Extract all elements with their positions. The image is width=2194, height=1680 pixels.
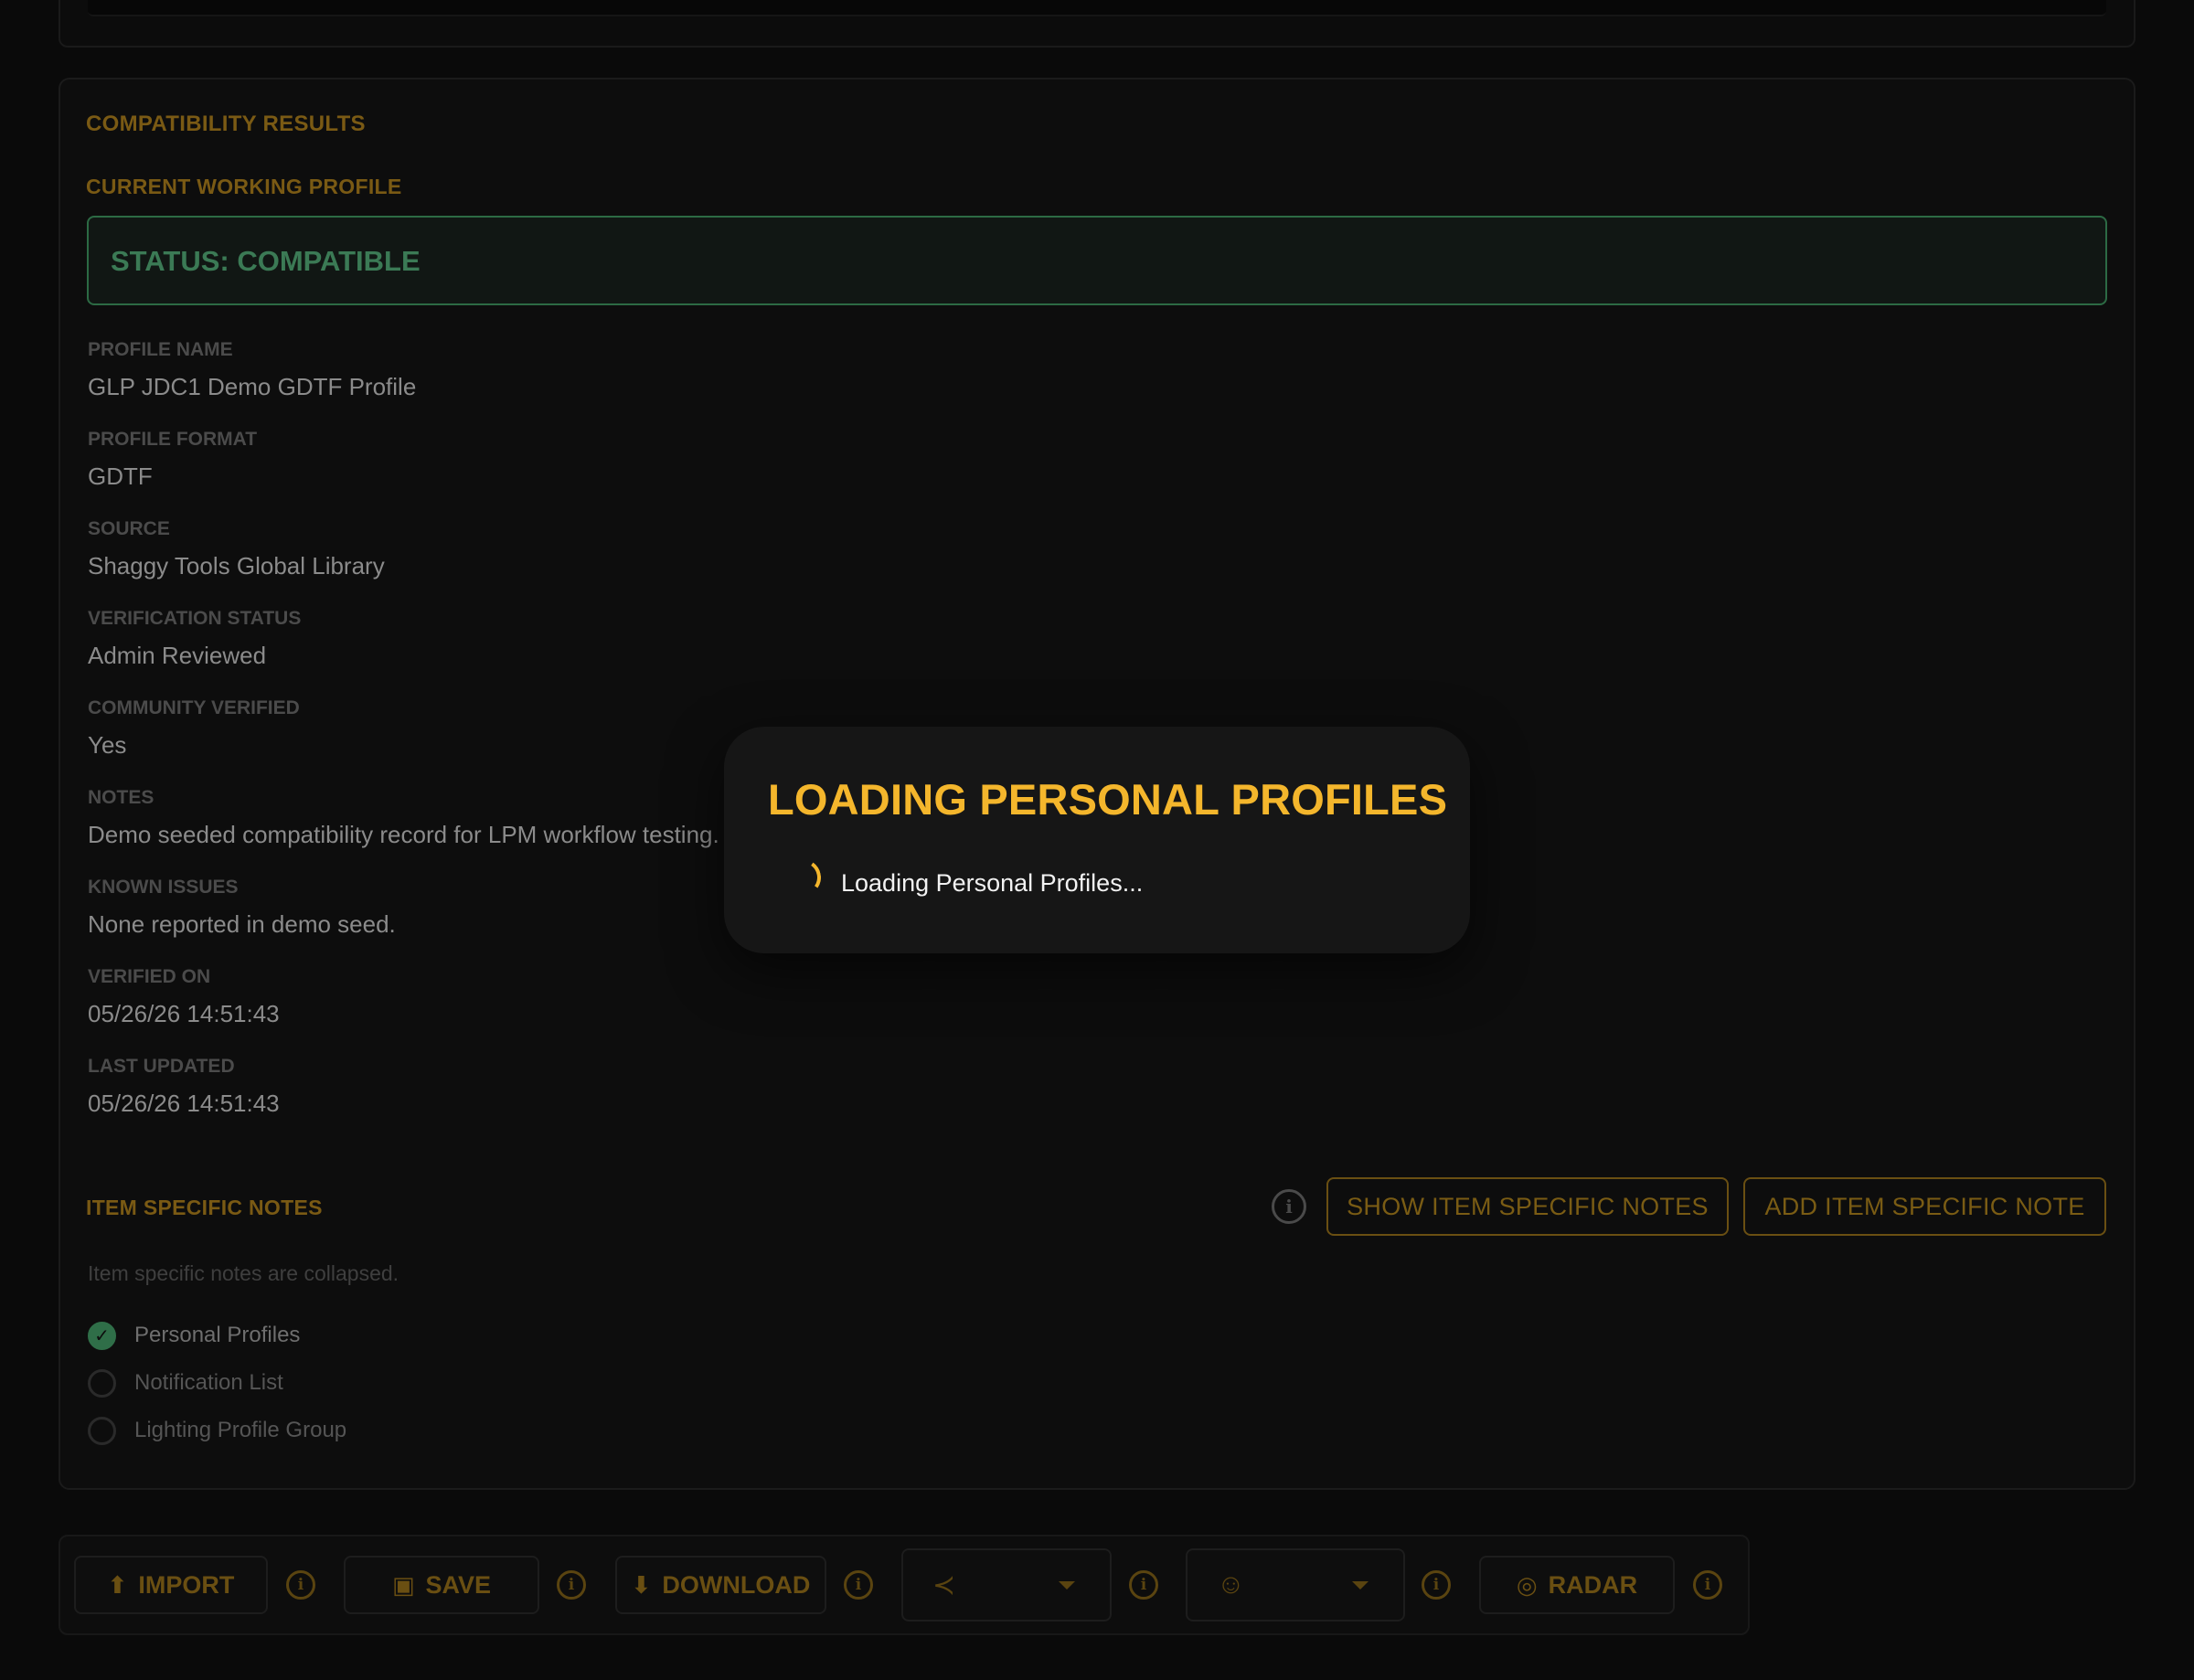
profile-format-value: GDTF xyxy=(88,463,153,490)
profile-format-label: PROFILE FORMAT xyxy=(88,429,258,450)
notes-value: Demo seeded compatibility record for LPM… xyxy=(88,821,719,848)
share-info-icon[interactable]: i xyxy=(1129,1570,1158,1600)
profile-name-label: PROFILE NAME xyxy=(88,339,233,360)
profile-name-value: GLP JDC1 Demo GDTF Profile xyxy=(88,373,417,400)
import-label: IMPORT xyxy=(138,1570,235,1599)
notes-label: NOTES xyxy=(88,787,154,808)
last-updated-label: LAST UPDATED xyxy=(88,1056,235,1077)
save-button[interactable]: ▣ SAVE xyxy=(344,1556,539,1614)
radar-button[interactable]: ◎ RADAR xyxy=(1479,1556,1675,1614)
community-value: Yes xyxy=(88,731,127,759)
download-label: DOWNLOAD xyxy=(662,1570,811,1599)
info-icon[interactable]: i xyxy=(1272,1189,1306,1224)
option-label: Notification List xyxy=(134,1370,283,1395)
chevron-down-icon xyxy=(1352,1581,1369,1590)
source-value: Shaggy Tools Global Library xyxy=(88,552,385,579)
status-banner: STATUS: COMPATIBLE xyxy=(87,216,2107,305)
radar-icon: ◎ xyxy=(1516,1570,1538,1599)
floppy-icon: ▣ xyxy=(391,1570,415,1599)
download-button[interactable]: ⬇ DOWNLOAD xyxy=(615,1556,826,1614)
option-notification-list[interactable]: Notification List xyxy=(88,1367,283,1398)
verified-on-label: VERIFIED ON xyxy=(88,966,211,987)
user-info-icon[interactable]: i xyxy=(1422,1570,1451,1600)
show-item-notes-button[interactable]: SHOW ITEM SPECIFIC NOTES xyxy=(1326,1177,1729,1236)
status-text: STATUS: COMPATIBLE xyxy=(111,245,421,277)
spinner-icon xyxy=(781,856,825,899)
radio-icon[interactable] xyxy=(88,1416,116,1445)
profile-heading: CURRENT WORKING PROFILE xyxy=(86,175,402,198)
verification-label: VERIFICATION STATUS xyxy=(88,608,302,629)
option-personal-profiles[interactable]: ✓ Personal Profiles xyxy=(88,1320,300,1351)
notes-collapsed-text: Item specific notes are collapsed. xyxy=(88,1261,399,1285)
import-info-icon[interactable]: i xyxy=(286,1570,315,1600)
download-icon: ⬇ xyxy=(631,1570,652,1599)
option-lighting-profile-group[interactable]: Lighting Profile Group xyxy=(88,1415,346,1446)
modal-title: LOADING PERSONAL PROFILES xyxy=(768,775,1448,824)
upload-icon: ⬆ xyxy=(107,1570,128,1599)
loading-message: Loading Personal Profiles... xyxy=(841,869,1144,897)
verification-value: Admin Reviewed xyxy=(88,642,267,669)
radar-label: RADAR xyxy=(1548,1570,1638,1599)
previous-panel xyxy=(59,0,2135,48)
import-button[interactable]: ⬆ IMPORT xyxy=(74,1556,268,1614)
user-group-icon: ☺ xyxy=(1217,1569,1245,1600)
loading-modal: LOADING PERSONAL PROFILES Loading Person… xyxy=(724,727,1470,953)
section-title: COMPATIBILITY RESULTS xyxy=(86,112,366,136)
save-label: SAVE xyxy=(425,1570,492,1599)
known-issues-value: None reported in demo seed. xyxy=(88,910,396,938)
community-label: COMMUNITY VERIFIED xyxy=(88,697,300,718)
download-info-icon[interactable]: i xyxy=(844,1570,873,1600)
option-label: Personal Profiles xyxy=(134,1323,301,1347)
chevron-down-icon xyxy=(1059,1581,1075,1590)
add-item-note-button[interactable]: ADD ITEM SPECIFIC NOTE xyxy=(1743,1177,2106,1236)
user-dropdown[interactable]: ☺ xyxy=(1186,1548,1405,1622)
known-issues-label: KNOWN ISSUES xyxy=(88,877,239,898)
radio-icon[interactable] xyxy=(88,1368,116,1398)
share-dropdown[interactable]: ≺ xyxy=(901,1548,1112,1622)
item-notes-title: ITEM SPECIFIC NOTES xyxy=(86,1196,323,1219)
option-label: Lighting Profile Group xyxy=(134,1418,347,1442)
check-icon[interactable]: ✓ xyxy=(88,1321,116,1350)
source-label: SOURCE xyxy=(88,518,170,539)
share-icon: ≺ xyxy=(932,1569,956,1600)
radar-info-icon[interactable]: i xyxy=(1693,1570,1722,1600)
verified-on-value: 05/26/26 14:51:43 xyxy=(88,1000,280,1027)
last-updated-value: 05/26/26 14:51:43 xyxy=(88,1090,280,1117)
save-info-icon[interactable]: i xyxy=(557,1570,586,1600)
previous-panel-content xyxy=(88,0,2106,16)
